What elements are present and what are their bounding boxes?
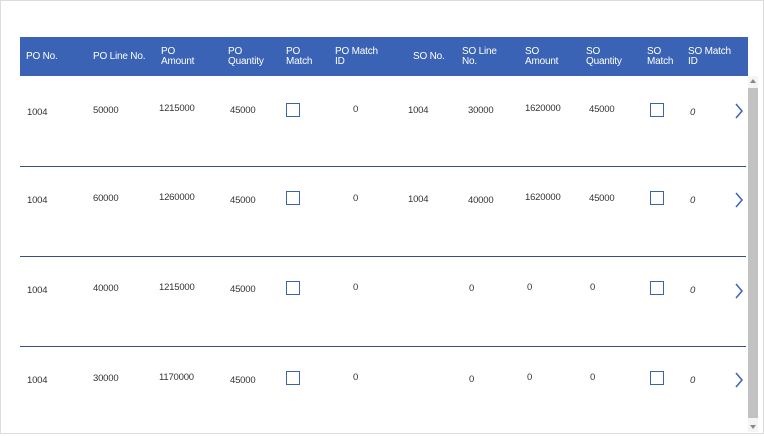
header-so-no: SO No.: [413, 50, 445, 62]
po-match-id-cell: 0: [353, 282, 359, 293]
po-line-no-cell: 50000: [93, 105, 119, 116]
so-no-cell: 1004: [408, 194, 429, 205]
so-match-checkbox[interactable]: [650, 281, 664, 295]
so-no-cell: 1004: [408, 105, 429, 116]
po-amount-cell: 1215000: [159, 282, 195, 293]
gallery-rows: 1004 50000 1215000 45000 0 1004 30000 16…: [20, 76, 746, 432]
so-quantity-cell: 0: [590, 372, 596, 383]
po-match-id-cell: 0: [353, 104, 359, 115]
so-match-checkbox[interactable]: [650, 371, 664, 385]
po-match-checkbox[interactable]: [286, 371, 300, 385]
po-no-cell: 1004: [27, 285, 48, 296]
so-line-no-cell: 0: [469, 283, 475, 294]
so-line-no-cell: 0: [469, 374, 475, 385]
header-po-no: PO No.: [26, 50, 58, 62]
chevron-right-icon[interactable]: [733, 370, 745, 390]
chevron-right-icon[interactable]: [733, 281, 745, 301]
so-line-no-cell: 40000: [468, 195, 494, 206]
so-match-id-cell: 0: [690, 285, 696, 296]
po-match-checkbox[interactable]: [286, 103, 300, 117]
so-match-checkbox[interactable]: [650, 191, 664, 205]
so-amount-cell: 0: [527, 282, 533, 293]
so-match-checkbox[interactable]: [650, 103, 664, 117]
po-match-checkbox[interactable]: [286, 281, 300, 295]
po-quantity-cell: 45000: [230, 105, 256, 116]
chevron-right-icon[interactable]: [733, 190, 745, 210]
so-match-id-cell: 0: [690, 195, 696, 206]
table-header: PO No. PO Line No. PO Amount PO Quantity…: [20, 37, 748, 76]
po-amount-cell: 1170000: [159, 372, 194, 383]
header-po-match-id: PO Match ID: [335, 45, 378, 67]
chevron-right-icon[interactable]: [733, 101, 745, 121]
so-quantity-cell: 45000: [589, 104, 615, 115]
header-po-amount: PO Amount: [161, 45, 195, 67]
po-match-checkbox[interactable]: [286, 191, 300, 205]
table-row[interactable]: 1004 50000 1215000 45000 0 1004 30000 16…: [20, 76, 746, 167]
po-no-cell: 1004: [27, 375, 48, 386]
so-match-id-cell: 0: [690, 375, 696, 386]
header-po-quantity: PO Quantity: [228, 45, 264, 67]
so-line-no-cell: 30000: [468, 105, 494, 116]
header-so-line-no: SO Line No.: [462, 45, 497, 67]
so-amount-cell: 1620000: [525, 192, 561, 203]
po-amount-cell: 1260000: [159, 192, 195, 203]
po-line-no-cell: 30000: [93, 373, 119, 384]
header-so-match: SO Match: [647, 45, 674, 67]
header-so-match-id: SO Match ID: [688, 45, 731, 67]
po-line-no-cell: 40000: [93, 283, 119, 294]
po-quantity-cell: 45000: [230, 195, 256, 206]
so-amount-cell: 1620000: [525, 103, 561, 114]
scroll-down-arrow[interactable]: [750, 425, 756, 429]
header-po-line-no: PO Line No.: [93, 50, 146, 62]
header-po-match: PO Match: [286, 45, 313, 67]
po-match-id-cell: 0: [353, 193, 359, 204]
po-no-cell: 1004: [27, 195, 48, 206]
po-amount-cell: 1215000: [159, 103, 195, 114]
po-quantity-cell: 45000: [230, 284, 256, 295]
po-line-no-cell: 60000: [93, 193, 119, 204]
po-quantity-cell: 45000: [230, 375, 256, 386]
scroll-up-arrow[interactable]: [750, 79, 756, 83]
header-so-amount: SO Amount: [525, 45, 559, 67]
table-row[interactable]: 1004 30000 1170000 45000 0 0 0 0 0: [20, 346, 746, 436]
po-no-cell: 1004: [27, 107, 48, 118]
table-row[interactable]: 1004 40000 1215000 45000 0 0 0 0 0: [20, 256, 746, 347]
so-amount-cell: 0: [527, 372, 533, 383]
so-match-id-cell: 0: [690, 107, 696, 118]
so-quantity-cell: 45000: [589, 193, 615, 204]
vertical-scrollbar[interactable]: [748, 76, 758, 432]
scrollbar-thumb[interactable]: [748, 88, 758, 418]
header-so-quantity: SO Quantity: [586, 45, 622, 67]
po-match-id-cell: 0: [353, 372, 359, 383]
so-quantity-cell: 0: [590, 282, 596, 293]
table-row[interactable]: 1004 60000 1260000 45000 0 1004 40000 16…: [20, 166, 746, 257]
